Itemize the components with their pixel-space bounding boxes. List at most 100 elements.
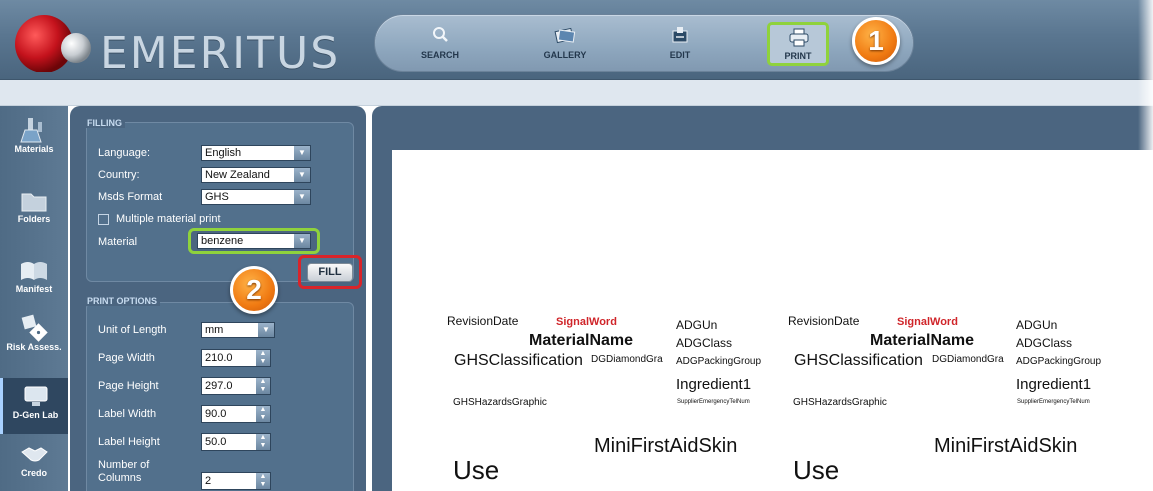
print-label: PRINT — [784, 51, 812, 61]
adg-un-field: ADGUn — [1016, 318, 1058, 332]
print-button[interactable]: PRINT — [767, 22, 829, 66]
sidebar-item-label: Folders — [17, 214, 51, 224]
unit-of-length-value: mm — [205, 324, 224, 336]
label-height-stepper[interactable]: 50.0 ▲ ▼ — [201, 433, 271, 451]
sidebar-item-dgen-lab[interactable]: D-Gen Lab — [0, 378, 68, 434]
use-field: Use — [793, 455, 840, 485]
page-width-value: 210.0 — [205, 352, 233, 364]
sidebar-item-materials[interactable]: Materials — [0, 112, 68, 168]
msds-format-select[interactable]: GHS ▼ — [201, 189, 311, 205]
callout-badge-1: 1 — [852, 17, 900, 65]
sidebar-item-label: Manifest — [15, 284, 53, 294]
msds-format-label: Msds Format — [98, 191, 163, 203]
sidebar-item-label: Materials — [14, 144, 54, 154]
book-icon — [21, 262, 47, 280]
logo-sphere-icon — [15, 15, 91, 73]
app-logo: EMERITUS — [14, 12, 338, 79]
printer-icon — [789, 28, 809, 47]
chevron-down-icon: ▼ — [294, 234, 310, 248]
ingredient-field: Ingredient1 — [676, 376, 752, 393]
stepper-arrows-icon[interactable]: ▲ ▼ — [256, 406, 270, 422]
msds-format-value: GHS — [205, 191, 229, 203]
country-value: New Zealand — [205, 169, 270, 181]
main-toolbar: SEARCH GALLERY EDIT PRINT — [374, 14, 914, 72]
signal-word-field: SignalWord — [556, 316, 617, 328]
sidebar-item-label: Credo — [20, 468, 47, 478]
search-button[interactable]: SEARCH — [405, 21, 475, 67]
sidebar-item-label: Risk Assess. — [6, 342, 62, 352]
page-width-stepper[interactable]: 210.0 ▲ ▼ — [201, 349, 271, 367]
ingredient-field: Ingredient1 — [1016, 376, 1092, 393]
label-preview-page: RevisionDate SignalWord ADGUn MaterialNa… — [392, 150, 1153, 491]
brand-name: EMERITUS — [100, 28, 341, 79]
multiple-material-label: Multiple material print — [116, 213, 221, 225]
label-width-stepper[interactable]: 90.0 ▲ ▼ — [201, 405, 271, 423]
label-width-value: 90.0 — [205, 408, 227, 420]
sidebar-item-label: D-Gen Lab — [12, 410, 59, 420]
folder-icon — [21, 193, 47, 212]
adg-packing-group-field: ADGPackingGroup — [676, 356, 762, 367]
material-highlight: benzene ▼ — [188, 228, 320, 254]
material-name-field: MaterialName — [529, 332, 634, 349]
unit-of-length-select[interactable]: mm ▼ — [201, 322, 275, 338]
flask-icon — [20, 118, 42, 143]
handshake-icon — [21, 447, 48, 462]
stepper-arrows-icon[interactable]: ▲ ▼ — [256, 350, 270, 366]
sidebar-item-risk[interactable]: Risk Assess. — [0, 310, 68, 366]
chevron-down-icon: ▼ — [294, 168, 310, 182]
edit-label: EDIT — [669, 50, 691, 60]
ghs-classification-field: GHSClassification — [794, 352, 923, 369]
columns-stepper[interactable]: 2 ▲ ▼ — [201, 472, 271, 490]
revision-date-field: RevisionDate — [788, 314, 860, 328]
app-header: EMERITUS SEARCH GALLERY EDIT PRINT 1 — [0, 0, 1153, 80]
mini-first-aid-field: MiniFirstAidSkin — [594, 435, 738, 457]
country-select[interactable]: New Zealand ▼ — [201, 167, 311, 183]
adg-class-field: ADGClass — [676, 336, 733, 350]
sidebar-item-folders[interactable]: Folders — [0, 182, 68, 238]
page-width-label: Page Width — [98, 352, 155, 364]
use-field: Use — [453, 455, 500, 485]
stepper-arrows-icon[interactable]: ▲ ▼ — [256, 378, 270, 394]
language-value: English — [205, 147, 242, 159]
label-height-label: Label Height — [98, 436, 160, 448]
unit-of-length-label: Unit of Length — [98, 324, 167, 336]
print-options-title: PRINT OPTIONS — [84, 296, 161, 306]
multiple-material-checkbox[interactable] — [98, 214, 109, 225]
material-value: benzene — [201, 235, 244, 247]
columns-label-line2: Columns — [98, 472, 142, 484]
fill-button[interactable]: FILL — [307, 263, 353, 282]
ghs-classification-field: GHSClassification — [454, 352, 583, 369]
material-name-field: MaterialName — [870, 332, 975, 349]
form-panel: FILLING Language: English ▼ Country: New… — [70, 106, 366, 491]
sidebar-item-credo[interactable]: Credo — [0, 436, 68, 491]
gallery-button[interactable]: GALLERY — [530, 21, 600, 67]
stepper-arrows-icon[interactable]: ▲ ▼ — [256, 434, 270, 450]
label-width-label: Label Width — [98, 408, 157, 420]
ghs-hazards-graphic-field: GHSHazardsGraphic — [793, 397, 887, 408]
sidebar-item-manifest[interactable]: Manifest — [0, 252, 68, 308]
filling-title: FILLING — [84, 118, 125, 128]
language-select[interactable]: English ▼ — [201, 145, 311, 161]
material-select[interactable]: benzene ▼ — [197, 233, 311, 249]
fill-highlight: FILL — [298, 255, 362, 289]
gallery-icon — [554, 27, 576, 44]
revision-date-field: RevisionDate — [447, 314, 519, 328]
search-label: SEARCH — [420, 50, 459, 60]
stepper-arrows-icon[interactable]: ▲ ▼ — [256, 473, 270, 489]
magnifier-icon — [433, 27, 448, 42]
chevron-down-icon: ▼ — [294, 146, 310, 160]
signal-word-field: SignalWord — [897, 316, 958, 328]
gallery-label: GALLERY — [543, 50, 587, 60]
left-sidebar: Materials Folders Manifest Risk Assess. … — [0, 106, 68, 491]
page-height-stepper[interactable]: 297.0 ▲ ▼ — [201, 377, 271, 395]
edge-shade — [1138, 0, 1153, 491]
callout-badge-2: 2 — [230, 266, 278, 314]
chevron-down-icon: ▼ — [294, 190, 310, 204]
columns-label-line1: Number of — [98, 459, 150, 471]
adg-packing-group-field: ADGPackingGroup — [1016, 356, 1102, 367]
monitor-icon — [24, 386, 47, 406]
page-height-label: Page Height — [98, 380, 159, 392]
material-label: Material — [98, 236, 138, 248]
sub-toolbar — [0, 80, 1153, 106]
edit-button[interactable]: EDIT — [645, 21, 715, 67]
